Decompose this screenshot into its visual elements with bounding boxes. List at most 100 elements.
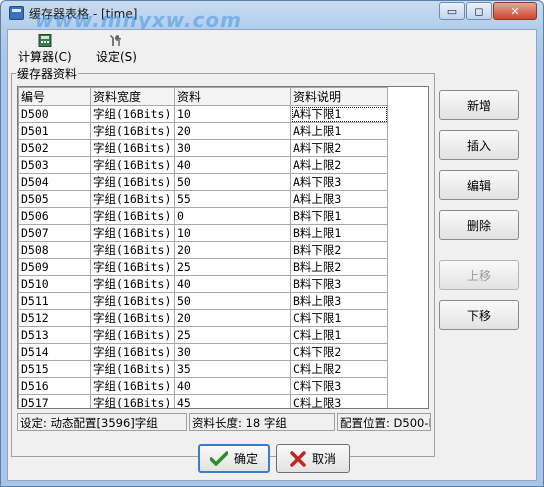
- cell-id[interactable]: D500: [18, 105, 91, 123]
- cell-id[interactable]: D514: [18, 343, 91, 361]
- cell-value[interactable]: 50: [174, 173, 291, 191]
- cell-value[interactable]: 55: [174, 190, 291, 208]
- cell-value[interactable]: 0: [174, 207, 291, 225]
- cell-description[interactable]: A料上限3: [290, 190, 388, 208]
- cell-id[interactable]: D509: [18, 258, 91, 276]
- cell-width[interactable]: 字组(16Bits): [90, 343, 175, 361]
- cell-value[interactable]: 40: [174, 377, 291, 395]
- cell-id[interactable]: D504: [18, 173, 91, 191]
- cell-description[interactable]: B料下限1: [290, 207, 388, 225]
- cell-value[interactable]: 20: [174, 241, 291, 259]
- insert-button[interactable]: 插入: [439, 130, 519, 160]
- table-row[interactable]: D516 字组(16Bits) 40 C料下限3: [18, 377, 388, 395]
- cell-description[interactable]: C料下限1: [290, 309, 388, 327]
- cell-value[interactable]: 30: [174, 343, 291, 361]
- calculator-tool-button[interactable]: 计算器(C): [18, 34, 72, 65]
- settings-tool-button[interactable]: 设定(S): [96, 34, 137, 65]
- cell-width[interactable]: 字组(16Bits): [90, 156, 175, 174]
- cell-description[interactable]: B料下限3: [290, 275, 388, 293]
- cell-id[interactable]: D515: [18, 360, 91, 378]
- maximize-button[interactable]: ◻: [466, 2, 492, 20]
- cell-description[interactable]: A料上限1: [290, 122, 388, 140]
- delete-button[interactable]: 删除: [439, 210, 519, 240]
- cell-width[interactable]: 字组(16Bits): [90, 377, 175, 395]
- table-row[interactable]: D515 字组(16Bits) 35 C料上限2: [18, 360, 388, 378]
- cell-value[interactable]: 40: [174, 275, 291, 293]
- cell-description[interactable]: A料上限2: [290, 156, 388, 174]
- cell-value[interactable]: 10: [174, 105, 291, 123]
- column-header-value[interactable]: 资料: [174, 87, 291, 106]
- table-row[interactable]: D502 字组(16Bits) 30 A料下限2: [18, 139, 388, 157]
- add-button[interactable]: 新增: [439, 90, 519, 120]
- cell-value[interactable]: 30: [174, 139, 291, 157]
- table-row[interactable]: D505 字组(16Bits) 55 A料上限3: [18, 190, 388, 208]
- cell-value[interactable]: 20: [174, 122, 291, 140]
- cell-id[interactable]: D507: [18, 224, 91, 242]
- cell-width[interactable]: 字组(16Bits): [90, 105, 175, 123]
- cell-description[interactable]: A料下限1: [290, 105, 388, 123]
- cancel-button[interactable]: 取消: [276, 444, 350, 473]
- cell-width[interactable]: 字组(16Bits): [90, 207, 175, 225]
- cell-id[interactable]: D508: [18, 241, 91, 259]
- cell-value[interactable]: 20: [174, 309, 291, 327]
- cell-description[interactable]: C料上限3: [290, 394, 388, 408]
- cell-description[interactable]: B料下限2: [290, 241, 388, 259]
- cell-value[interactable]: 25: [174, 258, 291, 276]
- cell-description[interactable]: C料下限2: [290, 343, 388, 361]
- table-row[interactable]: D514 字组(16Bits) 30 C料下限2: [18, 343, 388, 361]
- cell-width[interactable]: 字组(16Bits): [90, 258, 175, 276]
- cell-width[interactable]: 字组(16Bits): [90, 292, 175, 310]
- table-row[interactable]: D503 字组(16Bits) 40 A料上限2: [18, 156, 388, 174]
- minimize-button[interactable]: ▭: [439, 2, 465, 20]
- cell-value[interactable]: 10: [174, 224, 291, 242]
- cell-width[interactable]: 字组(16Bits): [90, 241, 175, 259]
- table-row[interactable]: D511 字组(16Bits) 50 B料上限3: [18, 292, 388, 310]
- table-row[interactable]: D501 字组(16Bits) 20 A料上限1: [18, 122, 388, 140]
- table-row[interactable]: D513 字组(16Bits) 25 C料上限1: [18, 326, 388, 344]
- cell-description[interactable]: B料上限2: [290, 258, 388, 276]
- cell-value[interactable]: 45: [174, 394, 291, 408]
- cell-value[interactable]: 35: [174, 360, 291, 378]
- table-row[interactable]: D504 字组(16Bits) 50 A料下限3: [18, 173, 388, 191]
- cell-id[interactable]: D506: [18, 207, 91, 225]
- table-row[interactable]: D508 字组(16Bits) 20 B料下限2: [18, 241, 388, 259]
- ok-button[interactable]: 确定: [198, 444, 270, 473]
- close-button[interactable]: ✕: [493, 2, 537, 20]
- cell-description[interactable]: B料上限1: [290, 224, 388, 242]
- cell-description[interactable]: C料上限2: [290, 360, 388, 378]
- move-down-button[interactable]: 下移: [439, 300, 519, 330]
- cell-width[interactable]: 字组(16Bits): [90, 122, 175, 140]
- cell-width[interactable]: 字组(16Bits): [90, 326, 175, 344]
- cell-value[interactable]: 50: [174, 292, 291, 310]
- table-row[interactable]: D506 字组(16Bits) 0 B料下限1: [18, 207, 388, 225]
- cell-id[interactable]: D510: [18, 275, 91, 293]
- move-up-button[interactable]: 上移: [439, 260, 519, 290]
- cell-description[interactable]: A料下限3: [290, 173, 388, 191]
- column-header-description[interactable]: 资料说明: [290, 87, 388, 106]
- cell-width[interactable]: 字组(16Bits): [90, 224, 175, 242]
- cell-width[interactable]: 字组(16Bits): [90, 360, 175, 378]
- cell-width[interactable]: 字组(16Bits): [90, 139, 175, 157]
- title-bar[interactable]: 缓存器表格 - [time] www.mnyxw.com ▭ ◻ ✕: [1, 1, 543, 32]
- cell-id[interactable]: D517: [18, 394, 91, 408]
- cell-id[interactable]: D516: [18, 377, 91, 395]
- cell-id[interactable]: D513: [18, 326, 91, 344]
- cell-width[interactable]: 字组(16Bits): [90, 190, 175, 208]
- cell-description[interactable]: A料下限2: [290, 139, 388, 157]
- table-row[interactable]: D507 字组(16Bits) 10 B料上限1: [18, 224, 388, 242]
- cell-id[interactable]: D511: [18, 292, 91, 310]
- cell-id[interactable]: D505: [18, 190, 91, 208]
- table-row[interactable]: D517 字组(16Bits) 45 C料上限3: [18, 394, 388, 408]
- cell-width[interactable]: 字组(16Bits): [90, 309, 175, 327]
- table-row[interactable]: D500 字组(16Bits) 10 A料下限1: [18, 105, 388, 123]
- cell-id[interactable]: D503: [18, 156, 91, 174]
- cell-id[interactable]: D512: [18, 309, 91, 327]
- table-row[interactable]: D512 字组(16Bits) 20 C料下限1: [18, 309, 388, 327]
- register-grid[interactable]: 编号 资料宽度 资料 资料说明 D500 字组(16Bits) 10 A料下限1 D50…: [17, 86, 429, 409]
- cell-description[interactable]: C料下限3: [290, 377, 388, 395]
- cell-value[interactable]: 40: [174, 156, 291, 174]
- cell-description[interactable]: C料上限1: [290, 326, 388, 344]
- edit-button[interactable]: 编辑: [439, 170, 519, 200]
- cell-id[interactable]: D501: [18, 122, 91, 140]
- cell-width[interactable]: 字组(16Bits): [90, 394, 175, 408]
